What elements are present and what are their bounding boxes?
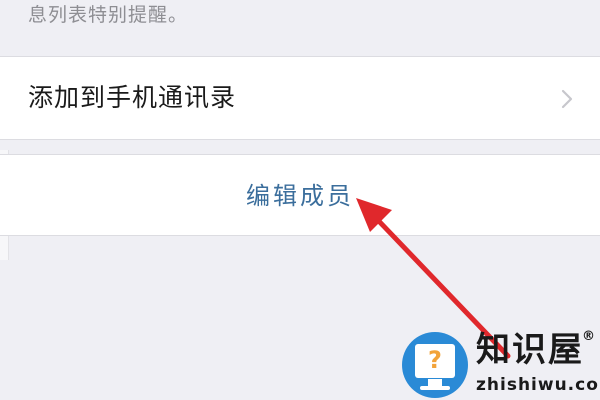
edit-members-button[interactable]: 编辑成员: [0, 154, 600, 236]
monitor-base: [420, 386, 450, 390]
watermark-brand: 知识屋: [476, 330, 584, 370]
registered-mark: ®: [582, 329, 595, 344]
question-mark-glyph: ?: [428, 346, 442, 374]
add-to-contacts-label: 添加到手机通讯录: [28, 83, 237, 112]
add-to-contacts-cell[interactable]: 添加到手机通讯录: [0, 56, 600, 140]
watermark: ? 知识屋 ® zhishiwu.com: [398, 326, 600, 400]
chevron-right-icon: [561, 89, 573, 109]
hint-text: 息列表特别提醒。: [28, 4, 189, 26]
group-settings-screen: 息列表特别提醒。 添加到手机通讯录 编辑成员 ? 知识屋 ® zhishiwu.…: [0, 0, 600, 400]
edit-members-label: 编辑成员: [246, 182, 354, 210]
watermark-domain: zhishiwu.com: [476, 375, 600, 395]
